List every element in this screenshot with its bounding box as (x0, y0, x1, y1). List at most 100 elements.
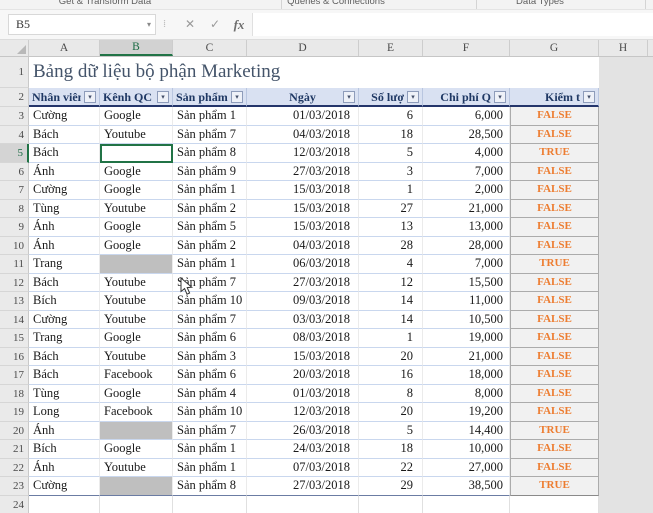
row-number[interactable]: 24 (0, 495, 29, 513)
data-cell[interactable]: 3 (359, 162, 423, 181)
data-cell[interactable]: 4 (359, 255, 423, 274)
data-cell[interactable]: Cường (29, 477, 100, 496)
header-cell-kenh-qc[interactable]: Kênh QC ▾ (100, 88, 173, 107)
row-number[interactable]: 17 (0, 366, 29, 385)
data-cell[interactable]: 04/03/2018 (247, 125, 359, 144)
data-cell[interactable]: 26/03/2018 (247, 421, 359, 440)
check-cell[interactable]: TRUE (510, 477, 599, 496)
data-cell[interactable]: Ánh (29, 458, 100, 477)
data-cell[interactable]: 12/03/2018 (247, 403, 359, 422)
data-cell[interactable]: 10,500 (423, 310, 510, 329)
data-cell[interactable]: 38,500 (423, 477, 510, 496)
data-cell[interactable]: 15/03/2018 (247, 181, 359, 200)
data-cell[interactable]: Google (100, 236, 173, 255)
filter-icon[interactable]: ▾ (494, 90, 506, 103)
data-cell[interactable]: 27/03/2018 (247, 162, 359, 181)
column-header-g[interactable]: G (510, 40, 599, 56)
data-cell[interactable]: Sản phẩm 3 (173, 347, 247, 366)
data-cell[interactable]: 14 (359, 292, 423, 311)
data-cell[interactable]: 01/03/2018 (247, 107, 359, 126)
data-cell[interactable]: Sản phẩm 5 (173, 218, 247, 237)
header-cell-chi-phi[interactable]: Chi phí Q ▾ (423, 88, 510, 107)
check-cell[interactable]: FALSE (510, 310, 599, 329)
data-cell[interactable]: 28,000 (423, 236, 510, 255)
data-cell[interactable]: Youtube (100, 273, 173, 292)
data-cell[interactable]: Sản phẩm 1 (173, 440, 247, 459)
data-cell[interactable]: 20/03/2018 (247, 366, 359, 385)
data-cell[interactable]: 14,400 (423, 421, 510, 440)
data-cell[interactable]: Sản phẩm 10 (173, 403, 247, 422)
empty-cell[interactable] (359, 495, 423, 513)
data-cell[interactable]: 22 (359, 458, 423, 477)
data-cell[interactable]: 13 (359, 218, 423, 237)
header-cell-nhan-vien[interactable]: Nhân viên ▾ (29, 88, 100, 107)
data-cell[interactable]: 07/03/2018 (247, 458, 359, 477)
data-cell[interactable]: 5 (359, 421, 423, 440)
check-cell[interactable]: FALSE (510, 458, 599, 477)
data-cell[interactable]: Sản phẩm 1 (173, 255, 247, 274)
data-cell[interactable]: 06/03/2018 (247, 255, 359, 274)
check-cell[interactable]: FALSE (510, 273, 599, 292)
data-cell[interactable]: Sản phẩm 8 (173, 144, 247, 163)
check-cell[interactable]: FALSE (510, 366, 599, 385)
data-cell[interactable]: Sản phẩm 6 (173, 366, 247, 385)
row-number[interactable]: 13 (0, 292, 29, 311)
row-number[interactable]: 6 (0, 162, 29, 181)
filter-icon[interactable]: ▾ (231, 90, 243, 103)
data-cell[interactable]: 21,000 (423, 347, 510, 366)
data-cell[interactable]: Ánh (29, 236, 100, 255)
data-cell[interactable]: 18,000 (423, 366, 510, 385)
data-cell[interactable]: Bách (29, 125, 100, 144)
data-cell[interactable]: Sản phẩm 10 (173, 292, 247, 311)
data-cell[interactable]: Trang (29, 329, 100, 348)
empty-cell[interactable] (423, 495, 510, 513)
data-cell[interactable]: Google (100, 329, 173, 348)
row-number[interactable]: 4 (0, 125, 29, 144)
data-cell[interactable]: 15/03/2018 (247, 218, 359, 237)
sheet-title-cell[interactable]: Bảng dữ liệu bộ phận Marketing (29, 57, 599, 88)
check-cell[interactable]: FALSE (510, 162, 599, 181)
column-header-h[interactable]: H (599, 40, 648, 56)
data-cell[interactable]: 18 (359, 440, 423, 459)
data-cell[interactable]: Sản phẩm 2 (173, 236, 247, 255)
check-cell[interactable]: FALSE (510, 403, 599, 422)
row-number[interactable]: 7 (0, 181, 29, 200)
column-header-d[interactable]: D (247, 40, 359, 56)
data-cell[interactable]: 1 (359, 329, 423, 348)
data-cell[interactable]: Bích (29, 292, 100, 311)
check-cell[interactable]: FALSE (510, 181, 599, 200)
data-cell[interactable]: Youtube (100, 458, 173, 477)
check-cell[interactable]: FALSE (510, 384, 599, 403)
data-cell[interactable]: 28,500 (423, 125, 510, 144)
header-cell-san-pham[interactable]: Sản phẩm ▾ (173, 88, 247, 107)
header-cell-so-luong[interactable]: Số lượ ▾ (359, 88, 423, 107)
row-number[interactable]: 9 (0, 218, 29, 237)
column-header-e[interactable]: E (359, 40, 423, 56)
data-cell[interactable]: 15/03/2018 (247, 199, 359, 218)
row-number[interactable]: 20 (0, 421, 29, 440)
header-cell-ngay[interactable]: Ngày ▾ (247, 88, 359, 107)
empty-cell[interactable] (247, 495, 359, 513)
data-cell[interactable]: Sản phẩm 7 (173, 421, 247, 440)
data-cell[interactable]: Tùng (29, 384, 100, 403)
row-number[interactable]: 11 (0, 255, 29, 274)
enter-check-icon[interactable]: ✓ (205, 14, 225, 35)
ribbon-group-queries-connections[interactable]: Queries & Connections (287, 0, 385, 7)
row-number[interactable]: 8 (0, 199, 29, 218)
filter-icon[interactable]: ▾ (343, 90, 355, 103)
check-cell[interactable]: FALSE (510, 107, 599, 126)
check-cell[interactable]: FALSE (510, 292, 599, 311)
check-cell[interactable]: FALSE (510, 218, 599, 237)
data-cell[interactable]: Youtube (100, 347, 173, 366)
data-cell[interactable]: 20 (359, 347, 423, 366)
data-cell[interactable]: 20 (359, 403, 423, 422)
data-cell[interactable]: 24/03/2018 (247, 440, 359, 459)
filter-icon[interactable]: ▾ (583, 90, 595, 103)
column-header-c[interactable]: C (173, 40, 247, 56)
data-cell[interactable]: 8 (359, 384, 423, 403)
name-box[interactable]: B5 ▾ (8, 14, 156, 35)
data-cell[interactable]: Cường (29, 181, 100, 200)
data-cell[interactable]: Facebook (100, 366, 173, 385)
filter-icon[interactable]: ▾ (157, 90, 169, 103)
data-cell[interactable]: Facebook (100, 403, 173, 422)
